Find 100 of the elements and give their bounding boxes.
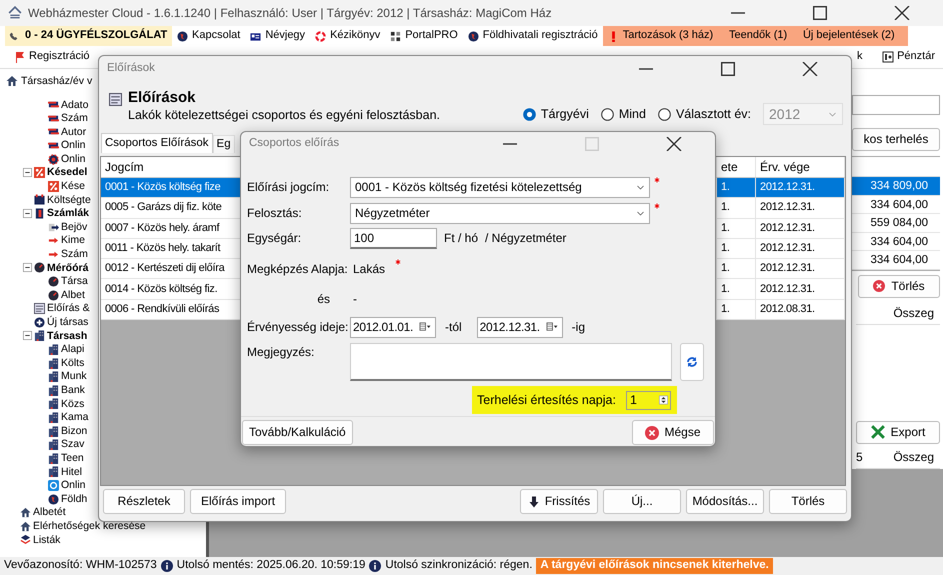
tree-item[interactable]: Társa <box>0 274 88 288</box>
quick-link[interactable]: Kézikönyv <box>310 29 386 43</box>
warning-message: A tárgyévi előírások nincsenek kiterhelve. <box>536 558 773 574</box>
tree-item[interactable]: Hitel <box>0 465 82 479</box>
filter-button[interactable]: kos terhelés <box>852 128 940 151</box>
action-button[interactable]: Törlés <box>769 489 847 514</box>
tree-item[interactable]: Szám <box>0 112 88 126</box>
tree-item[interactable]: Alapi <box>0 342 84 356</box>
tree-item[interactable]: Költs <box>0 356 84 370</box>
tab[interactable]: Csoportos Előírások <box>101 133 213 153</box>
date-field[interactable]: 2012.12.31. <box>476 317 563 338</box>
tree-item[interactable]: Előírás & <box>0 302 90 316</box>
tree-item[interactable]: Számlák <box>0 206 90 220</box>
tree-item[interactable]: Mérőórá <box>0 261 88 275</box>
tree-item[interactable]: Munk <box>0 370 87 384</box>
tree-item[interactable]: Földh <box>0 492 88 506</box>
tree-item[interactable]: Onlin <box>0 478 86 492</box>
tree-item[interactable]: Albetét <box>0 506 66 520</box>
quick-link[interactable]: Névjegy <box>245 29 310 43</box>
unit-label: / Négyzetméter <box>485 231 566 246</box>
table-cell: 2012.12.31. <box>756 238 845 258</box>
radio-option[interactable]: Mind <box>600 106 646 122</box>
tree-item[interactable]: Bejöv <box>0 220 88 234</box>
field-label: Egységár: <box>247 231 302 246</box>
quick-link[interactable]: PortalPRO <box>385 29 463 43</box>
dropdown-field[interactable]: 0001 - Közös költség fizetési kötelezettség <box>350 177 650 198</box>
table-cell: 2012.12.31. <box>756 218 845 238</box>
action-button[interactable]: Részletek <box>103 489 185 514</box>
quick-link[interactable]: Földhivatali regisztráció <box>462 29 603 43</box>
dialog-title: Csoportos előírás <box>249 137 340 151</box>
refresh-icon <box>686 356 698 368</box>
export-button[interactable]: Export <box>856 420 940 444</box>
quick-link[interactable]: Kapcsolat <box>172 29 246 43</box>
tree-item[interactable]: Adato <box>0 98 88 112</box>
field-label: Előírási jogcím: <box>247 180 330 195</box>
action-button[interactable]: Előírás import <box>190 489 286 514</box>
tree-item[interactable]: Onlin <box>0 138 86 152</box>
collapse-icon[interactable] <box>22 209 32 218</box>
toolbar-button[interactable]: k <box>855 50 864 64</box>
building-icon <box>48 412 59 423</box>
tree-item[interactable]: Szav <box>0 438 84 452</box>
action-button[interactable]: Frissítés <box>520 489 598 514</box>
range-label: -ig <box>572 320 586 335</box>
tree-item[interactable]: Onlin <box>0 152 86 166</box>
quick-link[interactable]: Tartozások (3 ház) <box>602 29 718 43</box>
tab[interactable]: Eg <box>212 135 235 153</box>
table-cell: 2012.12.31. <box>756 198 845 218</box>
tree-item[interactable]: Szám <box>0 248 88 262</box>
refresh-button[interactable] <box>680 343 704 381</box>
radio-option[interactable]: Választott év: <box>658 106 751 122</box>
dropdown-field[interactable]: Négyzetméter <box>350 203 650 224</box>
action-button[interactable]: Módosítás... <box>686 489 764 514</box>
document-icon <box>34 208 45 220</box>
tree-item[interactable]: Bank <box>0 383 85 398</box>
building-icon <box>48 466 59 478</box>
calendar-dropdown-icon <box>417 322 433 333</box>
tree-item[interactable]: Társash <box>0 329 88 343</box>
quick-link[interactable]: Teendők (1) <box>724 29 792 43</box>
date-field[interactable]: 2012.01.01. <box>350 317 436 338</box>
tree-item[interactable]: Kése <box>0 180 85 194</box>
table-cell: 2012.12.31. <box>756 178 845 198</box>
tree-item[interactable]: Listák <box>0 533 60 547</box>
tree-item[interactable]: Kime <box>0 234 85 248</box>
tree-item[interactable]: Bizon <box>0 424 88 438</box>
table-cell: 1. <box>717 300 756 320</box>
percent-icon <box>48 180 59 192</box>
delete-button[interactable]: Törlés <box>858 274 940 298</box>
tree-item[interactable]: Elérhetőségek keresése <box>0 519 146 533</box>
radio-icon[interactable] <box>522 108 536 120</box>
tree-item[interactable]: Kama <box>0 410 88 424</box>
action-button[interactable]: Új... <box>603 489 681 514</box>
tree-item[interactable]: Közs <box>0 397 84 411</box>
tree-item[interactable]: Késedel <box>0 166 88 180</box>
collapse-icon[interactable] <box>22 263 32 272</box>
search-field[interactable] <box>852 95 940 115</box>
radio-option[interactable]: Tárgyévi <box>522 106 589 122</box>
number-spinner[interactable]: 1 <box>626 390 671 410</box>
collapse-icon[interactable] <box>22 331 32 340</box>
dialog-button[interactable]: Tovább/Kalkuláció <box>242 420 353 445</box>
basis-value: Lakás <box>353 262 386 276</box>
price-field[interactable]: 100 <box>350 228 437 249</box>
basis-value: - <box>353 292 357 306</box>
radio-icon[interactable] <box>658 108 671 120</box>
collapse-icon[interactable] <box>22 168 32 178</box>
note-field[interactable] <box>350 343 672 381</box>
window-title: Előírások <box>107 62 155 76</box>
swap-icon <box>48 140 59 152</box>
dialog-button[interactable]: Mégse <box>632 420 714 445</box>
tree-item[interactable]: Új társas <box>0 316 88 330</box>
toolbar-button[interactable]: Pénztár <box>880 50 937 64</box>
tree-item[interactable]: Autor <box>0 125 86 139</box>
card-icon <box>250 30 262 42</box>
quick-link[interactable]: Új bejelentések (2) <box>798 29 900 43</box>
toolbar-button[interactable]: Regisztráció <box>12 50 92 64</box>
percent-icon <box>34 167 45 178</box>
tree-item[interactable]: Albet <box>0 288 85 302</box>
radio-icon[interactable] <box>600 108 614 120</box>
tree-item[interactable]: Költségte <box>0 193 91 207</box>
plus-icon <box>34 316 45 328</box>
tree-item[interactable]: Teen <box>0 451 84 466</box>
